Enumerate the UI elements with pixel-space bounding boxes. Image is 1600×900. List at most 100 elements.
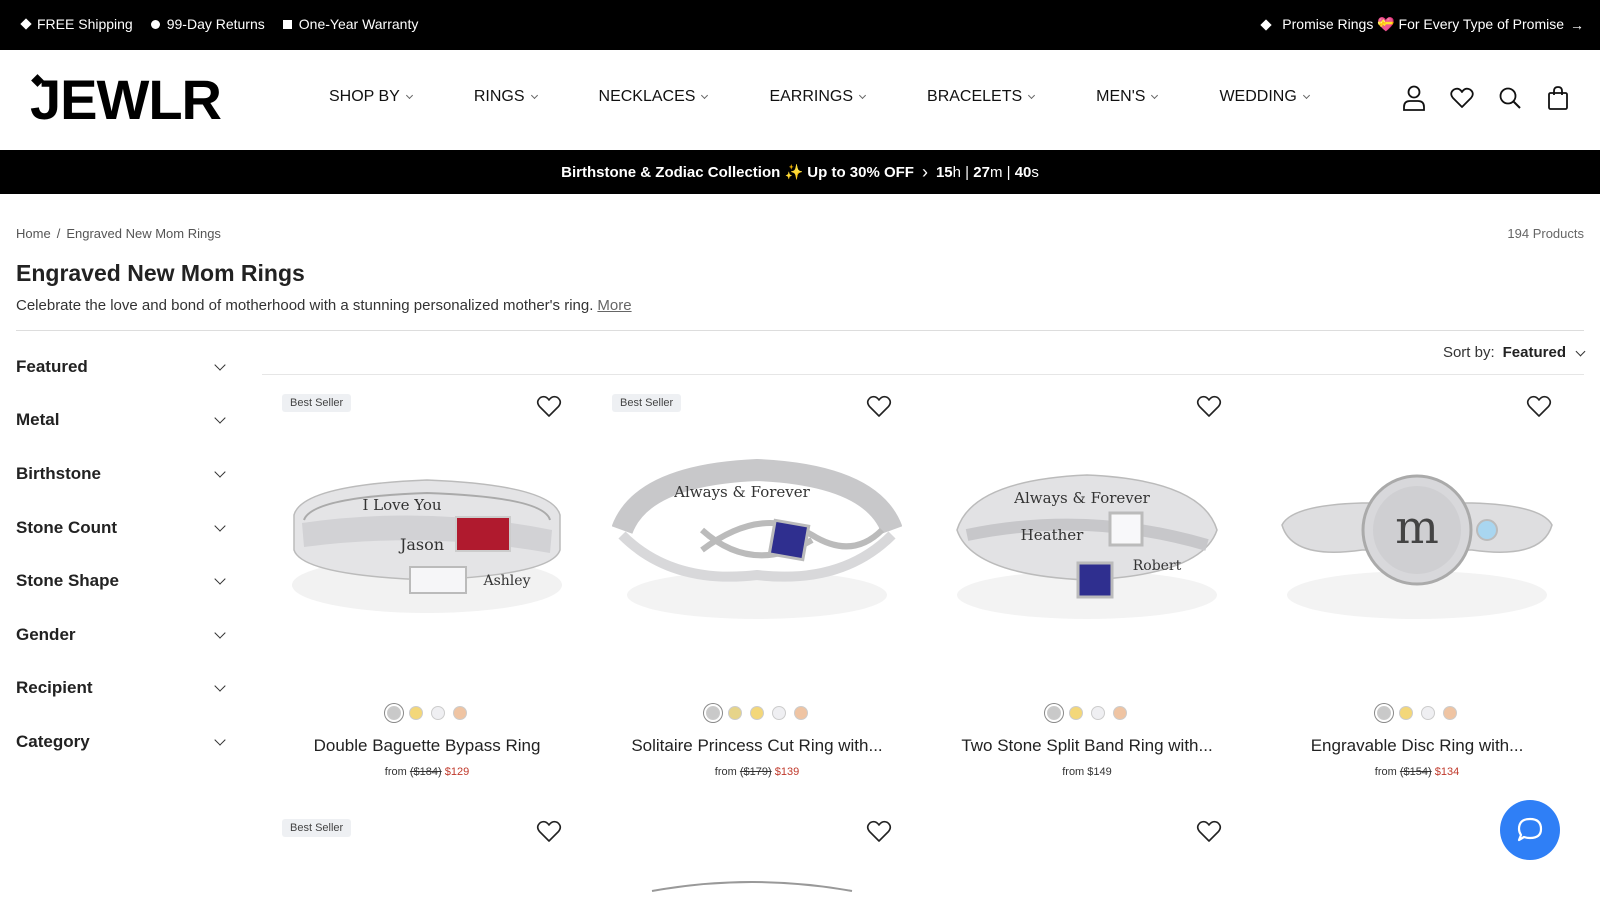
swatch-gold[interactable] (750, 706, 764, 720)
engraving-text: Jason (398, 535, 444, 554)
nav-shop-by[interactable]: SHOP BY (329, 88, 413, 106)
filter-birthstone[interactable]: Birthstone (16, 447, 230, 501)
more-link[interactable]: More (597, 297, 631, 314)
swatch-rose-gold[interactable] (794, 706, 808, 720)
chevron-down-icon (214, 573, 226, 585)
nav-wedding[interactable]: WEDDING (1219, 88, 1310, 106)
chat-launcher-button[interactable] (1500, 800, 1560, 860)
site-header: JEWLR SHOP BY RINGS NECKLACES EARRINGS B… (0, 50, 1600, 150)
account-icon[interactable] (1402, 84, 1426, 112)
wishlist-heart-icon[interactable] (1196, 819, 1222, 843)
price-prefix: from (1062, 766, 1085, 778)
swatch-white-gold[interactable] (1091, 706, 1105, 720)
wishlist-heart-icon[interactable] (1526, 394, 1552, 418)
swatch-gold[interactable] (1399, 706, 1413, 720)
price-prefix: from (1374, 766, 1397, 778)
product-image[interactable]: I Love You Jason Ashley (282, 435, 572, 635)
announcement-bar: FREE Shipping 99-Day Returns One-Year Wa… (0, 0, 1600, 50)
breadcrumb-home[interactable]: Home (16, 226, 51, 241)
chevron-down-icon (214, 519, 226, 532)
product-card[interactable] (922, 805, 1252, 900)
product-card[interactable] (592, 805, 922, 900)
product-name[interactable]: Two Stone Split Band Ring with... (922, 736, 1252, 756)
chevron-right-icon: › (921, 161, 928, 182)
chevron-down-icon (405, 91, 413, 100)
product-card[interactable]: Always & Forever Heather Robert Two Ston… (922, 380, 1252, 790)
product-card[interactable]: Best Seller Always & Forever Solitaire P… (592, 380, 922, 790)
filter-label: Category (16, 731, 90, 751)
wishlist-heart-icon[interactable] (866, 394, 892, 418)
breadcrumb: Home / Engraved New Mom Rings (16, 226, 221, 241)
product-image[interactable]: Always & Forever (612, 435, 902, 635)
filter-featured[interactable]: Featured (16, 340, 230, 394)
swatch-white-gold[interactable] (431, 706, 445, 720)
product-image[interactable]: m (1272, 435, 1562, 635)
product-count: 194 Products (1507, 226, 1584, 241)
engraving-text: Always & Forever (1013, 489, 1150, 507)
swatch-rose-gold[interactable] (1113, 706, 1127, 720)
product-card[interactable]: Best Seller (262, 805, 592, 900)
nav-label: EARRINGS (769, 88, 854, 105)
swatch-silver[interactable] (387, 706, 401, 720)
filter-stone-count[interactable]: Stone Count (16, 501, 230, 555)
main-nav: SHOP BY RINGS NECKLACES EARRINGS BRACELE… (329, 88, 1310, 106)
dot-icon (150, 19, 160, 29)
nav-bracelets[interactable]: BRACELETS (927, 88, 1036, 106)
sort-label: Sort by: (1442, 344, 1495, 361)
filter-category[interactable]: Category (16, 715, 230, 769)
best-seller-badge: Best Seller (282, 394, 352, 412)
nav-rings[interactable]: RINGS (474, 88, 538, 106)
free-shipping-item[interactable]: FREE Shipping (20, 16, 133, 32)
chevron-down-icon (214, 359, 226, 371)
promo-banner[interactable]: Birthstone & Zodiac Collection ✨ Up to 3… (0, 150, 1600, 194)
divider (262, 374, 1584, 375)
metal-swatches (262, 706, 592, 720)
warranty-item[interactable]: One-Year Warranty (282, 16, 418, 32)
nav-mens[interactable]: MEN'S (1096, 88, 1159, 106)
wishlist-heart-icon[interactable] (536, 394, 562, 418)
product-name[interactable]: Solitaire Princess Cut Ring with... (592, 736, 922, 756)
filter-gender[interactable]: Gender (16, 608, 230, 662)
swatch-gold[interactable] (409, 706, 423, 720)
product-name[interactable]: Double Baguette Bypass Ring (262, 736, 592, 756)
jewlr-logo[interactable]: JEWLR (30, 72, 222, 128)
nav-label: NECKLACES (598, 88, 696, 105)
swatch-silver[interactable] (1047, 706, 1061, 720)
product-name[interactable]: Engravable Disc Ring with... (1252, 736, 1582, 756)
filter-metal[interactable]: Metal (16, 394, 230, 448)
wishlist-heart-icon[interactable] (536, 819, 562, 843)
sort-control[interactable]: Sort by: Featured (1442, 344, 1586, 361)
engraving-text: Always & Forever (673, 483, 810, 501)
swatch-silver[interactable] (706, 706, 720, 720)
search-icon[interactable] (1498, 84, 1522, 112)
countdown-timer: 15h | 27m | 40s (936, 164, 1039, 181)
swatch-silver[interactable] (1377, 706, 1391, 720)
wishlist-heart-icon[interactable] (866, 819, 892, 843)
swatch-rose-gold[interactable] (453, 706, 467, 720)
filter-stone-shape[interactable]: Stone Shape (16, 554, 230, 608)
returns-item[interactable]: 99-Day Returns (150, 16, 265, 32)
engraving-text: Robert (1133, 558, 1182, 574)
countdown-seconds: 40 (1014, 163, 1032, 181)
wishlist-heart-icon[interactable] (1196, 394, 1222, 418)
nav-necklaces[interactable]: NECKLACES (598, 88, 709, 106)
swatch-white-gold[interactable] (1421, 706, 1435, 720)
sale-price: $139 (774, 766, 800, 778)
promo-text: Birthstone & Zodiac Collection ✨ Up to 3… (561, 164, 914, 181)
original-price: ($184) (409, 766, 442, 778)
product-card[interactable]: m Engravable Disc Ring with... from ($15… (1252, 380, 1582, 790)
product-image[interactable]: Always & Forever Heather Robert (942, 435, 1232, 635)
product-card[interactable]: Best Seller I Love You Jason Ashley Doub… (262, 380, 592, 790)
swatch-rose-gold[interactable] (1443, 706, 1457, 720)
swatch-gold[interactable] (1069, 706, 1083, 720)
product-price: from ($154) $134 (1252, 766, 1582, 778)
wishlist-heart-icon[interactable] (1450, 84, 1474, 112)
chevron-down-icon (701, 91, 709, 100)
chevron-down-icon (214, 734, 226, 746)
swatch-two-tone[interactable] (728, 706, 742, 720)
promise-rings-link[interactable]: Promise Rings 💝 For Every Type of Promis… (1260, 16, 1584, 33)
nav-earrings[interactable]: EARRINGS (769, 88, 867, 106)
swatch-white-gold[interactable] (772, 706, 786, 720)
cart-bag-icon[interactable] (1546, 84, 1570, 112)
filter-recipient[interactable]: Recipient (16, 662, 230, 716)
